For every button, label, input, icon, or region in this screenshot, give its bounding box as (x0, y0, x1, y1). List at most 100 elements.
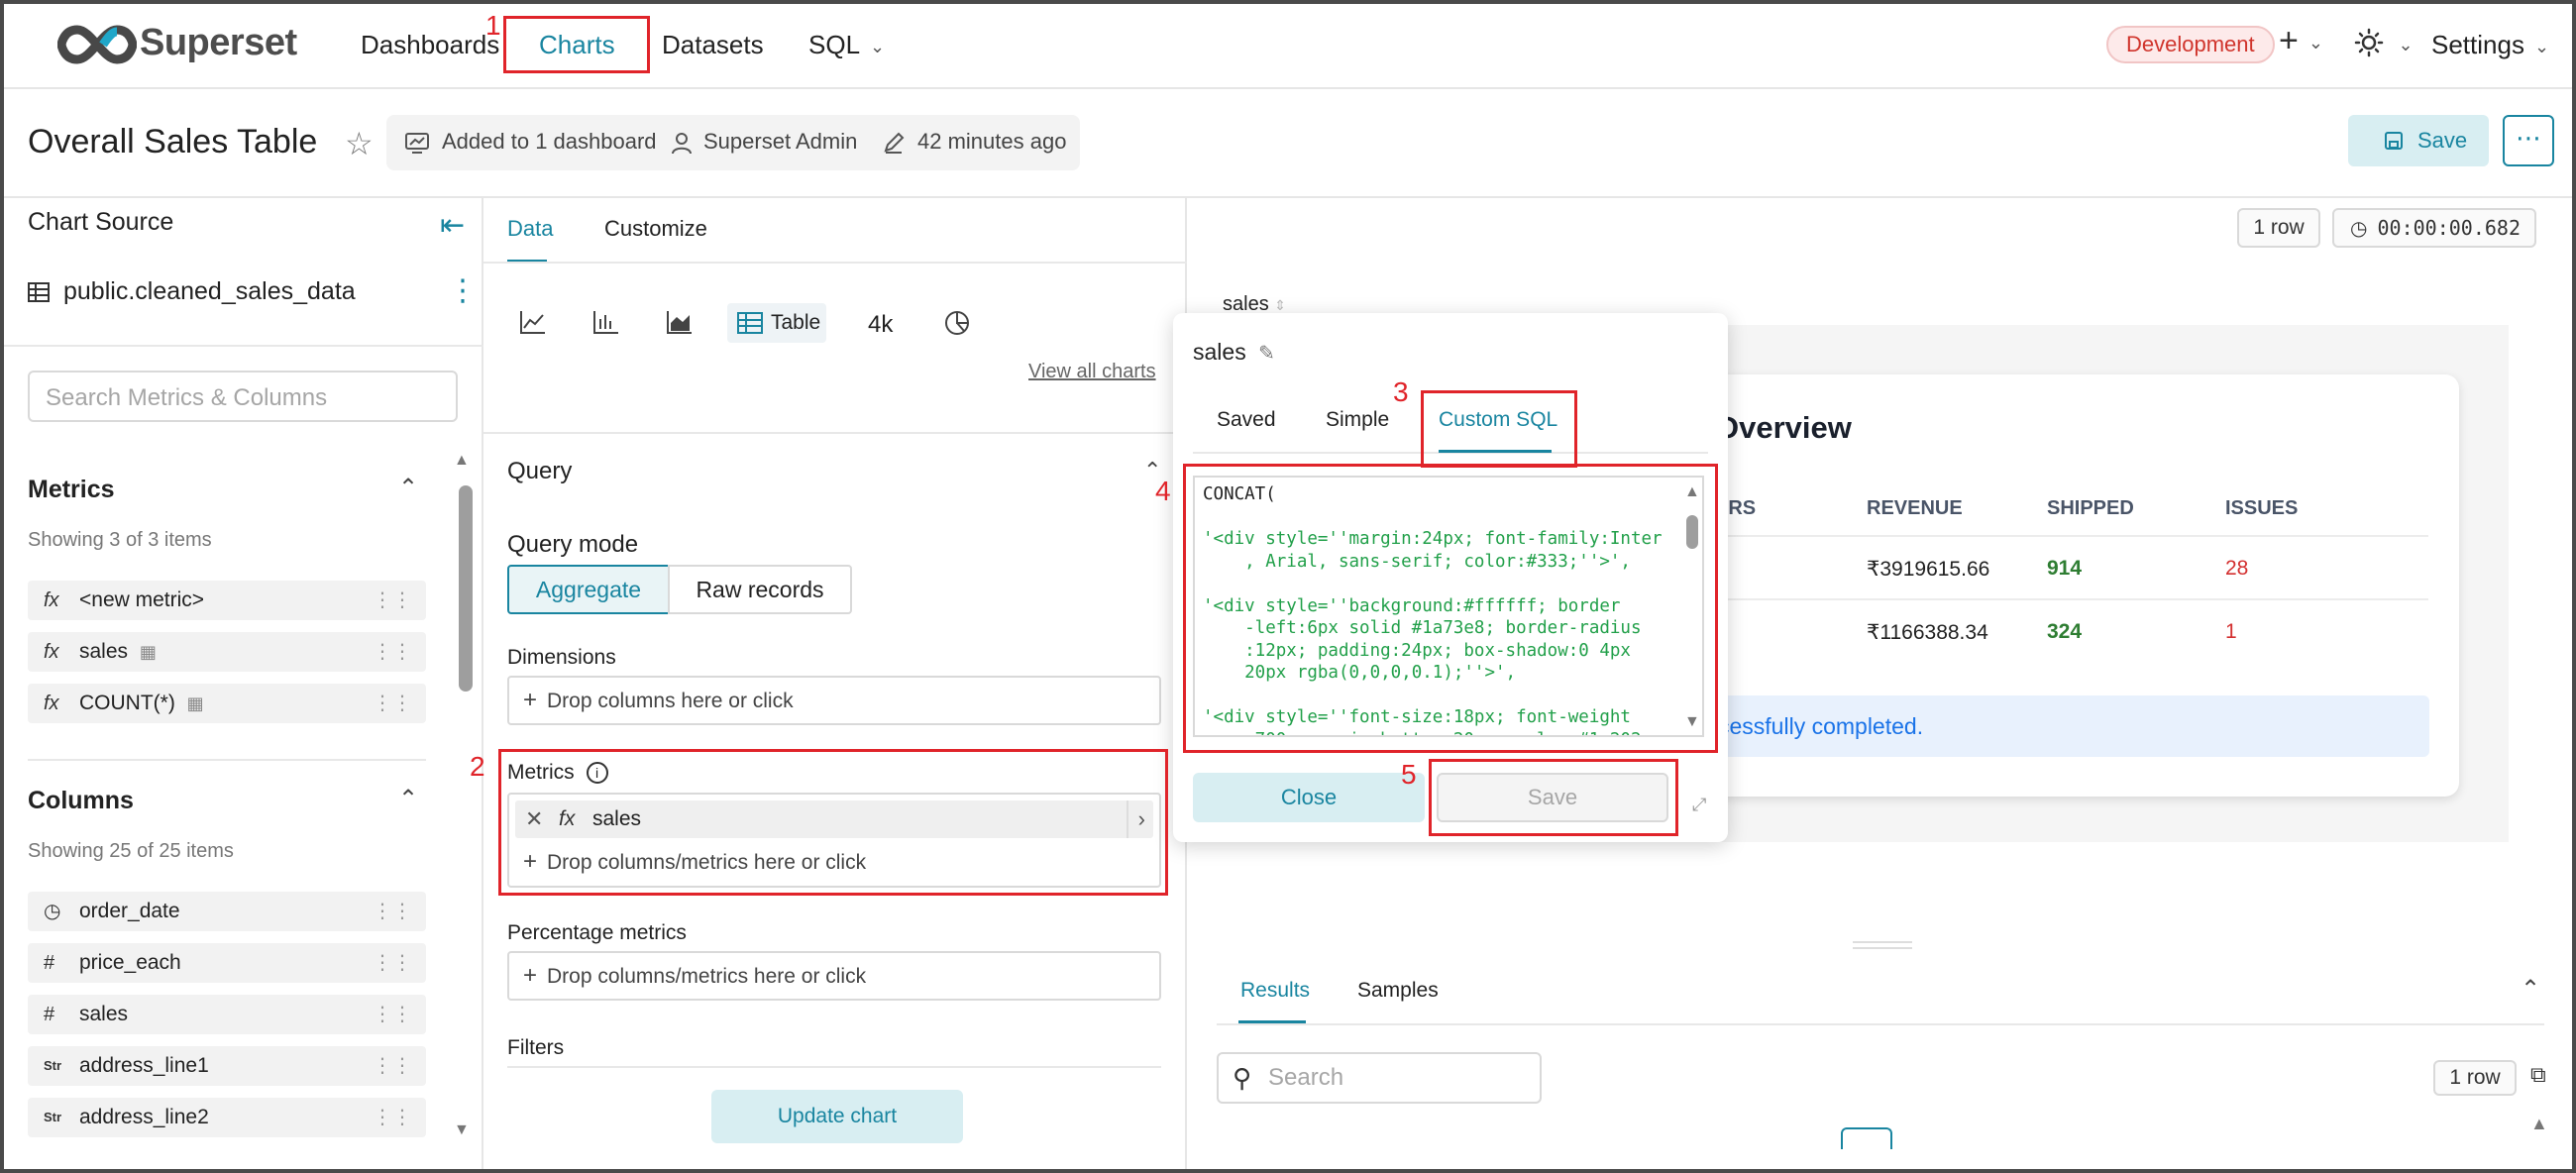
table-cell-issues: 28 (2225, 557, 2249, 580)
chevron-up-icon[interactable]: ⌃ (2521, 975, 2540, 1004)
theme-button[interactable]: ⌄ (2354, 28, 2414, 63)
metric-item[interactable]: fx COUNT(*) ▦ ⋮⋮ (28, 684, 426, 723)
divider (507, 1066, 1161, 1068)
copy-icon[interactable]: ⧉ (2530, 1062, 2546, 1088)
clock-icon: ◷ (44, 901, 61, 922)
nav-sql-label: SQL (808, 30, 861, 59)
tab-data[interactable]: Data (507, 216, 553, 242)
drag-handle-icon[interactable]: ⋮⋮ (373, 581, 412, 620)
metric-item[interactable]: fx <new metric> ⋮⋮ (28, 581, 426, 620)
drag-handle-icon[interactable]: ⋮⋮ (373, 943, 412, 983)
drag-handle-icon[interactable]: ⋮⋮ (373, 684, 412, 723)
results-search-input[interactable]: ⚲ Search (1217, 1052, 1542, 1104)
divider (483, 432, 1187, 434)
plus-icon: + (523, 687, 538, 713)
percentage-metrics-drop-zone[interactable]: + Drop columns/metrics here or click (507, 951, 1161, 1001)
drop-columns-label: Drop columns here or click (547, 690, 794, 712)
divider (483, 262, 1187, 264)
line-chart-icon[interactable] (519, 309, 547, 342)
columns-count: Showing 25 of 25 items (28, 840, 234, 862)
scroll-down-icon[interactable]: ▼ (454, 1121, 470, 1139)
chevron-down-icon: ⌄ (2533, 36, 2550, 56)
table-cell-revenue: ₹3919615.66 (1867, 558, 1990, 581)
view-all-charts-link[interactable]: View all charts (1028, 361, 1156, 383)
bar-chart-icon[interactable] (592, 309, 620, 342)
search-metrics-columns-input[interactable]: Search Metrics & Columns (28, 371, 458, 422)
superset-logo-icon[interactable] (57, 22, 137, 67)
scroll-icon[interactable]: ▲ (2530, 1114, 2548, 1134)
query-timer: ◷ 00:00:00.682 (2332, 208, 2536, 248)
column-item[interactable]: # price_each ⋮⋮ (28, 943, 426, 983)
environment-badge: Development (2106, 26, 2275, 63)
sun-icon (2354, 28, 2384, 57)
update-chart-button[interactable]: Update chart (711, 1090, 963, 1143)
drag-handle-icon[interactable]: ⋮⋮ (373, 995, 412, 1034)
table-header: SHIPPED (2047, 497, 2134, 519)
divider (1217, 1023, 2544, 1025)
column-item[interactable]: # sales ⋮⋮ (28, 995, 426, 1034)
dimensions-drop-zone[interactable]: + Drop columns here or click (507, 676, 1161, 725)
big-number-button[interactable]: 4k (868, 311, 893, 339)
metrics-count: Showing 3 of 3 items (28, 529, 212, 551)
scroll-up-icon[interactable]: ▲ (454, 452, 470, 470)
filters-label: Filters (507, 1036, 565, 1059)
chevron-up-icon[interactable]: ⌃ (398, 474, 418, 502)
area-chart-icon[interactable] (666, 309, 694, 342)
tab-saved[interactable]: Saved (1217, 408, 1276, 432)
dataset-name[interactable]: public.cleaned_sales_data (28, 277, 356, 306)
pie-chart-icon[interactable] (943, 309, 971, 344)
panel-resize-handle[interactable] (1853, 941, 1912, 949)
metric-item[interactable]: fx sales ▦ ⋮⋮ (28, 632, 426, 672)
settings-menu[interactable]: Settings ⌄ (2431, 30, 2549, 60)
nav-datasets[interactable]: Datasets (662, 30, 764, 60)
annotation-number: 3 (1393, 376, 1409, 407)
datasource-panel: Chart Source ⇤ public.cleaned_sales_data… (4, 198, 483, 1169)
resize-icon[interactable]: ⤢ (1692, 795, 1706, 815)
drag-handle-icon[interactable]: ⋮⋮ (373, 892, 412, 931)
tab-samples[interactable]: Samples (1357, 979, 1439, 1003)
save-chart-button[interactable]: Save (2348, 115, 2489, 166)
user-icon (672, 133, 692, 155)
table-chart-button[interactable]: Table (727, 303, 826, 343)
function-icon: fx (44, 641, 59, 663)
annotation-box-5 (1429, 759, 1678, 836)
column-item[interactable]: Str address_line2 ⋮⋮ (28, 1098, 426, 1137)
chart-title[interactable]: Overall Sales Table (28, 123, 317, 161)
collapse-panel-icon[interactable]: ⇤ (440, 208, 465, 243)
chevron-up-icon[interactable]: ⌃ (398, 785, 418, 813)
new-item-button[interactable]: + ⌄ (2279, 22, 2323, 60)
metric-title[interactable]: sales ✎ (1193, 339, 1275, 366)
tab-simple[interactable]: Simple (1326, 408, 1389, 432)
close-button[interactable]: Close (1193, 773, 1425, 822)
added-to-dashboard[interactable]: Added to 1 dashboard (404, 129, 657, 155)
dashboard-icon (405, 133, 429, 155)
query-section-title[interactable]: Query (507, 458, 572, 485)
drag-handle-icon[interactable]: ⋮⋮ (373, 1098, 412, 1137)
annotation-box-2 (498, 749, 1168, 896)
nav-dashboards[interactable]: Dashboards (361, 30, 499, 60)
owner-info: Superset Admin (670, 129, 857, 155)
dataset-menu-icon[interactable]: ⋮ (448, 273, 478, 308)
brand-name[interactable]: Superset (140, 22, 297, 64)
scrollbar-thumb[interactable] (459, 485, 473, 692)
metric-label: sales ▦ (79, 632, 157, 672)
drag-handle-icon[interactable]: ⋮⋮ (373, 1046, 412, 1086)
tab-customize[interactable]: Customize (604, 216, 707, 242)
column-header-label: sales (1223, 293, 1269, 315)
tab-results[interactable]: Results (1240, 979, 1310, 1003)
aggregate-mode-button[interactable]: Aggregate (507, 565, 670, 614)
row-count-badge: 1 row (2237, 208, 2320, 248)
raw-records-mode-button[interactable]: Raw records (668, 565, 852, 614)
function-icon: fx (44, 589, 59, 611)
annotation-box-1 (503, 16, 650, 73)
settings-label: Settings (2431, 30, 2524, 59)
star-icon[interactable]: ☆ (345, 125, 374, 162)
annotation-number: 2 (470, 751, 485, 782)
nav-sql[interactable]: SQL ⌄ (808, 30, 885, 60)
pencil-icon[interactable]: ✎ (1258, 343, 1275, 365)
more-options-button[interactable]: ⋯ (2503, 115, 2554, 166)
column-item[interactable]: ◷ order_date ⋮⋮ (28, 892, 426, 931)
drag-handle-icon[interactable]: ⋮⋮ (373, 632, 412, 672)
results-row-count: 1 row (2433, 1060, 2517, 1096)
column-item[interactable]: Str address_line1 ⋮⋮ (28, 1046, 426, 1086)
